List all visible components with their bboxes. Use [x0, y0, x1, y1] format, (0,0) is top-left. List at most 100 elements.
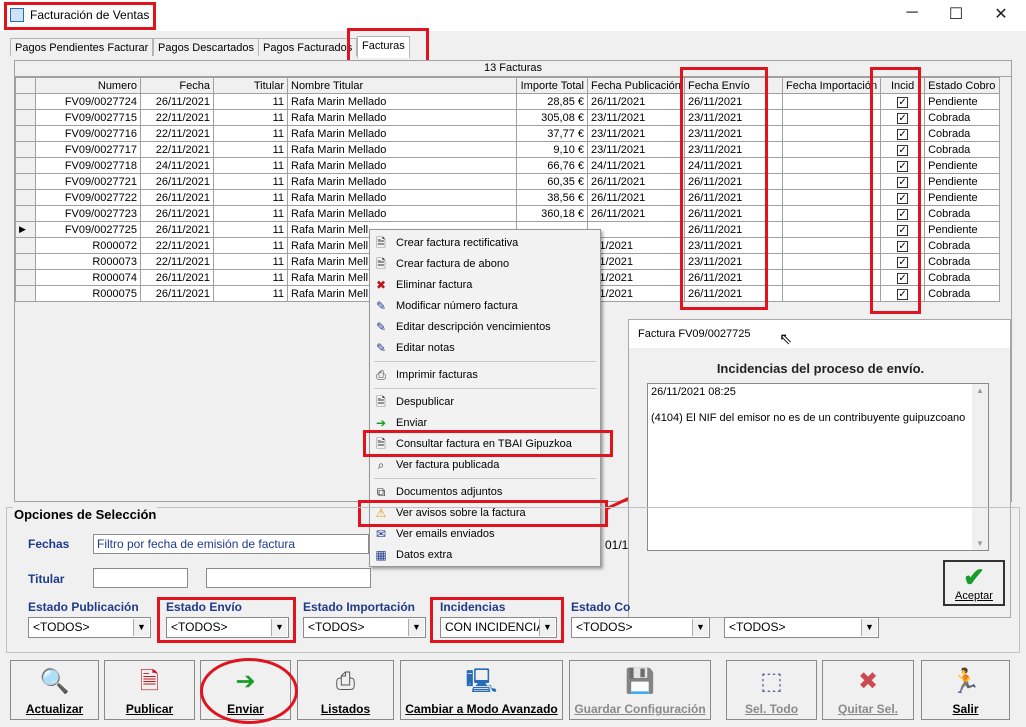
chevron-down-icon[interactable]: ▼: [133, 619, 149, 636]
cell-fecha[interactable]: 22/11/2021: [140, 141, 214, 158]
row-indicator[interactable]: [15, 205, 36, 222]
table-row[interactable]: FV09/0027717 22/11/2021 11 Rafa Marin Mella…: [15, 141, 1001, 158]
incid-checkbox[interactable]: ✓: [897, 224, 909, 236]
col-fecha-envio[interactable]: Fecha Envío: [684, 77, 783, 94]
cell-fimp[interactable]: [781, 125, 882, 142]
tab-pagos-pendientes[interactable]: Pagos Pendientes Facturar: [10, 38, 154, 56]
row-indicator[interactable]: [15, 125, 36, 142]
cell-importe[interactable]: 305,08 €: [516, 109, 588, 126]
cell-fimp[interactable]: [781, 189, 882, 206]
cell-incid[interactable]: ✓: [880, 173, 926, 190]
chevron-down-icon[interactable]: ▼: [692, 619, 708, 636]
cell-fecha[interactable]: 26/11/2021: [140, 189, 214, 206]
cell-fpub[interactable]: /11/2021: [587, 253, 685, 270]
row-indicator[interactable]: [15, 141, 36, 158]
cell-fenv[interactable]: 26/11/2021: [684, 93, 783, 110]
cell-nombre[interactable]: Rafa Marin Mellado: [287, 125, 517, 142]
fechas-filter-combo[interactable]: Filtro por fecha de emisión de factura: [93, 534, 369, 554]
cell-fpub[interactable]: 26/11/2021: [587, 173, 685, 190]
cell-fpub[interactable]: 23/11/2021: [587, 141, 685, 158]
cell-fenv[interactable]: 23/11/2021: [684, 125, 783, 142]
incid-checkbox[interactable]: ✓: [897, 288, 909, 300]
guardar-configuracion-button[interactable]: 💾 Guardar Configuración: [569, 660, 711, 720]
cell-fecha[interactable]: 26/11/2021: [140, 269, 214, 286]
row-indicator[interactable]: [15, 285, 36, 302]
cell-numero[interactable]: FV09/0027718: [35, 157, 141, 174]
cell-fenv[interactable]: 24/11/2021: [684, 157, 783, 174]
menu-item-documentos-adjuntos[interactable]: ⧉ Documentos adjuntos: [370, 482, 600, 503]
cell-fecha[interactable]: 24/11/2021: [140, 157, 214, 174]
incid-checkbox[interactable]: ✓: [897, 160, 909, 172]
cell-numero[interactable]: R000073: [35, 253, 141, 270]
cell-titular[interactable]: 11: [213, 109, 288, 126]
col-nombre-titular[interactable]: Nombre Titular: [287, 77, 517, 94]
cell-importe[interactable]: 28,85 €: [516, 93, 588, 110]
cell-numero[interactable]: R000072: [35, 237, 141, 254]
col-importe-total[interactable]: Importe Total: [516, 77, 588, 94]
cell-fpub[interactable]: 23/11/2021: [587, 109, 685, 126]
cell-fenv[interactable]: 26/11/2021: [684, 269, 783, 286]
cell-numero[interactable]: R000075: [35, 285, 141, 302]
cell-importe[interactable]: 60,35 €: [516, 173, 588, 190]
incid-checkbox[interactable]: ✓: [897, 112, 909, 124]
cell-incid[interactable]: ✓: [880, 253, 926, 270]
cell-fimp[interactable]: [781, 173, 882, 190]
fecha-desde-field[interactable]: 01/1: [605, 538, 628, 552]
cell-titular[interactable]: 11: [213, 157, 288, 174]
incid-checkbox[interactable]: ✓: [897, 208, 909, 220]
incid-checkbox[interactable]: ✓: [897, 256, 909, 268]
cell-titular[interactable]: 11: [213, 125, 288, 142]
cell-fenv[interactable]: 26/11/2021: [684, 285, 783, 302]
cell-nombre[interactable]: Rafa Marin Mellado: [287, 141, 517, 158]
close-button[interactable]: ✕: [986, 4, 1016, 24]
cell-fpub[interactable]: /11/2021: [587, 237, 685, 254]
menu-item-consultar-factura-en-tbai-gipuzkoa[interactable]: 🗎 Consultar factura en TBAI Gipuzkoa: [370, 434, 600, 455]
cell-titular[interactable]: 11: [213, 221, 288, 238]
cell-estado[interactable]: Cobrada: [924, 125, 1001, 142]
cell-fenv[interactable]: 26/11/2021: [684, 173, 783, 190]
chevron-down-icon[interactable]: ▼: [408, 619, 424, 636]
cell-incid[interactable]: ✓: [880, 205, 926, 222]
row-indicator[interactable]: ▶: [15, 221, 36, 238]
cell-fimp[interactable]: [781, 109, 882, 126]
cell-fenv[interactable]: 26/11/2021: [684, 205, 783, 222]
cell-numero[interactable]: FV09/0027717: [35, 141, 141, 158]
cell-incid[interactable]: ✓: [880, 141, 926, 158]
cell-estado[interactable]: Cobrada: [924, 109, 1001, 126]
estado-envio-combo[interactable]: <TODOS> ▼: [166, 617, 289, 638]
salir-button[interactable]: 🏃 Salir: [921, 660, 1010, 720]
cell-estado[interactable]: Cobrada: [924, 205, 1001, 222]
cell-importe[interactable]: 38,56 €: [516, 189, 588, 206]
cell-fecha[interactable]: 26/11/2021: [140, 93, 214, 110]
cell-incid[interactable]: ✓: [880, 125, 926, 142]
cell-fenv[interactable]: 23/11/2021: [684, 253, 783, 270]
row-indicator[interactable]: [15, 157, 36, 174]
estado-publicacion-combo[interactable]: <TODOS> ▼: [28, 617, 151, 638]
cell-nombre[interactable]: Rafa Marin Mellado: [287, 189, 517, 206]
cell-titular[interactable]: 11: [213, 269, 288, 286]
incid-checkbox[interactable]: ✓: [897, 176, 909, 188]
row-indicator[interactable]: [15, 93, 36, 110]
cell-numero[interactable]: R000074: [35, 269, 141, 286]
cell-titular[interactable]: 11: [213, 253, 288, 270]
cell-estado[interactable]: Cobrada: [924, 269, 1001, 286]
cell-incid[interactable]: ✓: [880, 285, 926, 302]
cell-titular[interactable]: 11: [213, 189, 288, 206]
cell-numero[interactable]: FV09/0027725: [35, 221, 141, 238]
chevron-down-icon[interactable]: ▼: [539, 619, 555, 636]
cell-fecha[interactable]: 26/11/2021: [140, 205, 214, 222]
enviar-button[interactable]: ➔ Enviar: [200, 660, 291, 720]
cell-nombre[interactable]: Rafa Marin Mellado: [287, 173, 517, 190]
cell-fenv[interactable]: 23/11/2021: [684, 141, 783, 158]
row-indicator[interactable]: [15, 173, 36, 190]
cell-fimp[interactable]: [781, 253, 882, 270]
cell-estado[interactable]: Pendiente: [924, 221, 1001, 238]
menu-item-despublicar[interactable]: 🗎 Despublicar: [370, 392, 600, 413]
menu-item-eliminar-factura[interactable]: ✖ Eliminar factura: [370, 275, 600, 296]
cell-incid[interactable]: ✓: [880, 189, 926, 206]
tab-facturas[interactable]: Facturas: [357, 36, 410, 58]
scroll-up-icon[interactable]: ▲: [972, 386, 988, 395]
cell-fpub[interactable]: 23/11/2021: [587, 125, 685, 142]
cell-titular[interactable]: 11: [213, 173, 288, 190]
table-row[interactable]: FV09/0027721 26/11/2021 11 Rafa Marin Mella…: [15, 173, 1001, 190]
